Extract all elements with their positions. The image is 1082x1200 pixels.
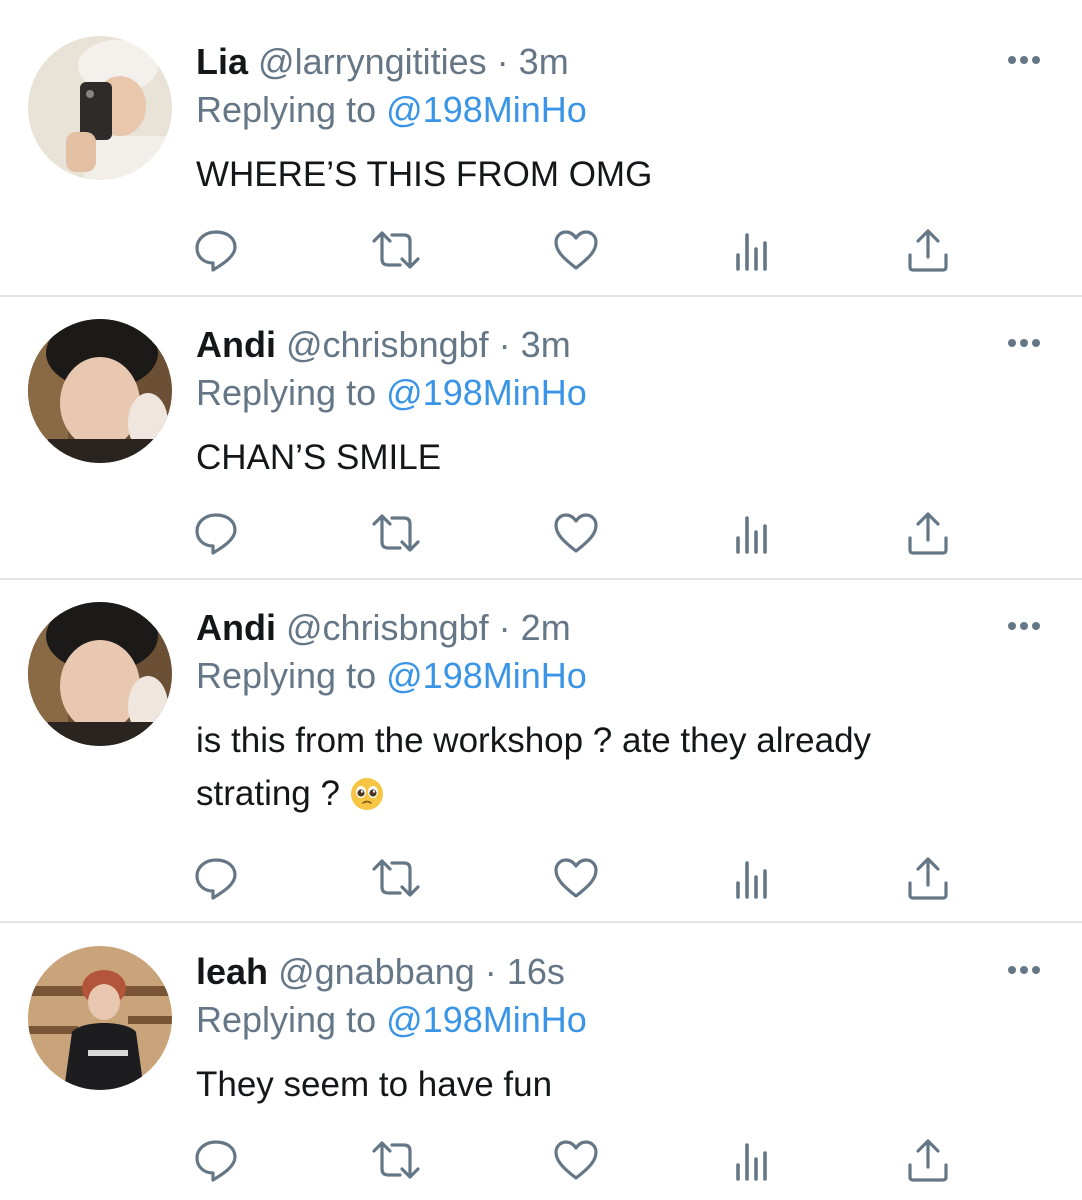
replying-to: Replying to @198MinHo <box>196 998 587 1042</box>
tweet-text: They seem to have fun <box>196 1065 553 1104</box>
share-icon <box>908 1139 948 1182</box>
more-icon[interactable] <box>1006 335 1042 351</box>
mention-link[interactable]: @198MinHo <box>386 372 587 413</box>
share-icon <box>908 857 948 900</box>
action-bar <box>190 1134 970 1186</box>
avatar-photo <box>28 36 172 180</box>
tweet-header: Lia @larryngitities · 3m <box>196 40 569 84</box>
replying-to-label: Replying to <box>196 999 377 1040</box>
tweet-header: Andi @chrisbngbf · 2m <box>196 606 571 650</box>
timestamp[interactable]: 3m <box>521 324 571 365</box>
retweet-icon <box>372 859 420 897</box>
like-icon <box>554 1140 598 1180</box>
tweet[interactable]: Andi @chrisbngbf · 3m Replying to @198Mi… <box>0 283 1082 579</box>
analytics-icon <box>736 1143 767 1181</box>
reply-button[interactable] <box>190 1134 242 1186</box>
analytics-icon <box>736 233 767 271</box>
display-name[interactable]: Andi <box>196 607 276 648</box>
display-name[interactable]: leah <box>196 951 268 992</box>
action-bar <box>190 507 970 559</box>
like-icon <box>554 230 598 270</box>
display-name[interactable]: Andi <box>196 324 276 365</box>
timestamp[interactable]: 16s <box>507 951 565 992</box>
like-button[interactable] <box>550 852 602 904</box>
share-button[interactable] <box>902 507 954 559</box>
separator-dot: · <box>496 41 509 82</box>
analytics-icon <box>736 516 767 554</box>
more-icon[interactable] <box>1006 962 1042 978</box>
action-bar <box>190 224 970 276</box>
reply-icon <box>195 858 237 900</box>
action-bar <box>190 852 970 904</box>
retweet-icon <box>372 231 420 269</box>
share-button[interactable] <box>902 224 954 276</box>
avatar-photo <box>28 319 172 463</box>
mention-link[interactable]: @198MinHo <box>386 999 587 1040</box>
analytics-button[interactable] <box>726 852 778 904</box>
like-icon <box>554 513 598 553</box>
reply-icon <box>195 230 237 272</box>
tweet[interactable]: Lia @larryngitities · 3m Replying to @19… <box>0 0 1082 296</box>
separator-dot: · <box>498 324 511 365</box>
more-icon[interactable] <box>1006 618 1042 634</box>
pleading-face-emoji-icon <box>350 778 383 810</box>
tweet-text: WHERE’S THIS FROM OMG <box>196 155 653 194</box>
reply-button[interactable] <box>190 224 242 276</box>
replying-to: Replying to @198MinHo <box>196 88 587 132</box>
reply-button[interactable] <box>190 507 242 559</box>
user-handle[interactable]: @gnabbang <box>278 951 475 992</box>
replying-to-label: Replying to <box>196 89 377 130</box>
retweet-button[interactable] <box>370 224 422 276</box>
share-button[interactable] <box>902 1134 954 1186</box>
tweet-header: Andi @chrisbngbf · 3m <box>196 323 571 367</box>
like-button[interactable] <box>550 507 602 559</box>
avatar-photo <box>28 602 172 746</box>
replying-to: Replying to @198MinHo <box>196 371 587 415</box>
like-button[interactable] <box>550 1134 602 1186</box>
tweet-header: leah @gnabbang · 16s <box>196 950 565 994</box>
avatar[interactable] <box>28 319 172 463</box>
avatar[interactable] <box>28 36 172 180</box>
reply-icon <box>195 513 237 555</box>
separator-dot: · <box>484 951 497 992</box>
like-button[interactable] <box>550 224 602 276</box>
timestamp[interactable]: 3m <box>519 41 569 82</box>
user-handle[interactable]: @chrisbngbf <box>286 607 489 648</box>
share-button[interactable] <box>902 852 954 904</box>
retweet-icon <box>372 1141 420 1179</box>
tweet[interactable]: leah @gnabbang · 16s Replying to @198Min… <box>0 910 1082 1200</box>
avatar-photo <box>28 946 172 1090</box>
reply-icon <box>195 1140 237 1182</box>
avatar[interactable] <box>28 946 172 1090</box>
avatar[interactable] <box>28 602 172 746</box>
mention-link[interactable]: @198MinHo <box>386 89 587 130</box>
retweet-button[interactable] <box>370 507 422 559</box>
user-handle[interactable]: @larryngitities <box>258 41 487 82</box>
replying-to: Replying to @198MinHo <box>196 654 587 698</box>
like-icon <box>554 858 598 898</box>
timestamp[interactable]: 2m <box>521 607 571 648</box>
replying-to-label: Replying to <box>196 372 377 413</box>
tweet-text: CHAN’S SMILE <box>196 438 442 477</box>
analytics-button[interactable] <box>726 224 778 276</box>
user-handle[interactable]: @chrisbngbf <box>286 324 489 365</box>
display-name[interactable]: Lia <box>196 41 248 82</box>
tweet-text-content: is this from the workshop ? ate they alr… <box>196 721 872 813</box>
analytics-button[interactable] <box>726 507 778 559</box>
retweet-button[interactable] <box>370 852 422 904</box>
share-icon <box>908 512 948 555</box>
separator-dot: · <box>498 607 511 648</box>
more-icon[interactable] <box>1006 52 1042 68</box>
tweet[interactable]: Andi @chrisbngbf · 2m Replying to @198Mi… <box>0 566 1082 922</box>
analytics-icon <box>736 861 767 899</box>
analytics-button[interactable] <box>726 1134 778 1186</box>
retweet-button[interactable] <box>370 1134 422 1186</box>
replying-to-label: Replying to <box>196 655 377 696</box>
mention-link[interactable]: @198MinHo <box>386 655 587 696</box>
tweet-text: is this from the workshop ? ate they alr… <box>196 714 976 820</box>
retweet-icon <box>372 514 420 552</box>
reply-button[interactable] <box>190 852 242 904</box>
share-icon <box>908 229 948 272</box>
